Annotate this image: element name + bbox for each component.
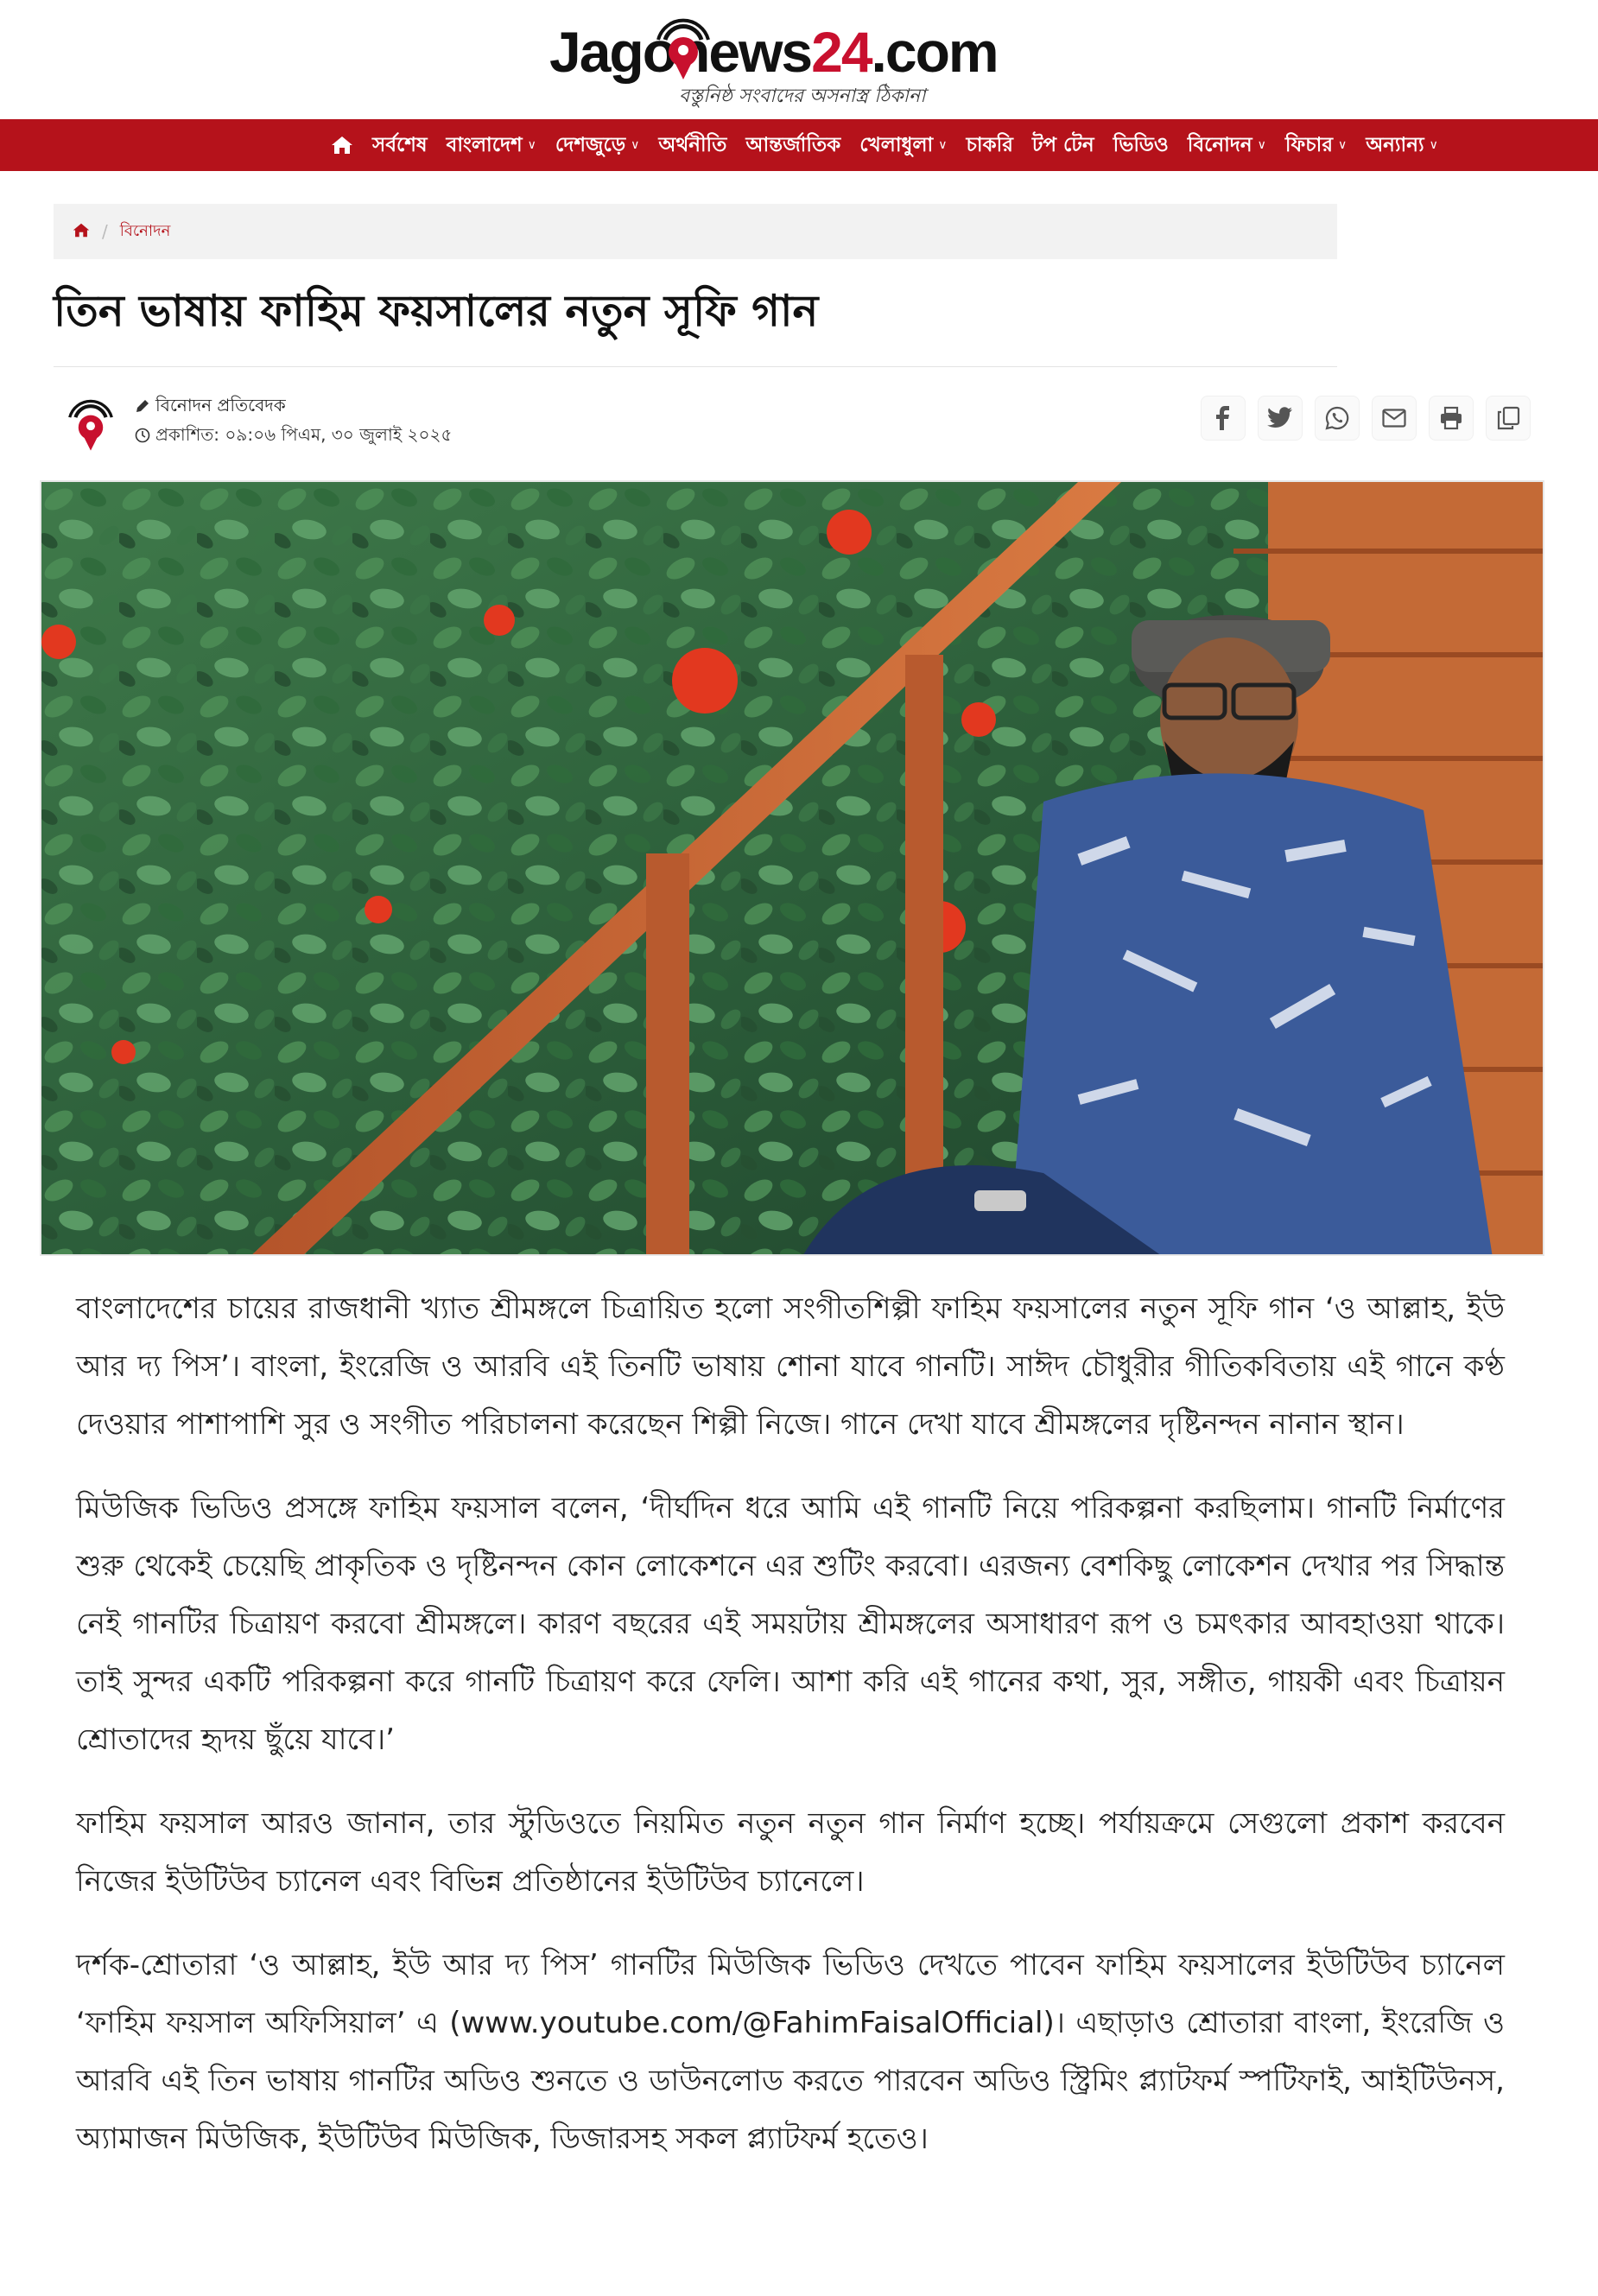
chevron-down-icon: ∨ — [631, 138, 640, 152]
nav-item-label: বিনোদন — [1187, 133, 1252, 156]
nav-item-label: দেশজুড়ে — [555, 133, 626, 156]
nav-item[interactable]: চাকরি — [956, 129, 1022, 162]
nav-item-label: সর্বশেষ — [372, 133, 428, 156]
nav-item[interactable]: বিনোদন ∨ — [1178, 129, 1276, 162]
nav-item[interactable]: দেশজুড়ে ∨ — [546, 129, 650, 162]
breadcrumb-separator: / — [102, 221, 108, 242]
whatsapp-icon[interactable] — [1315, 396, 1360, 441]
nav-list: সর্বশেষ বাংলাদেশ ∨ দেশজুড়ে ∨ অর্থনীতি আন্তর্জ… — [321, 119, 1448, 171]
nav-item[interactable]: ভিডিও — [1104, 129, 1178, 162]
nav-item-label: চাকরি — [966, 133, 1013, 156]
logo-tagline: বস্তুনিষ্ঠ সংবাদের অসনাস্ত্র ঠিকানা — [679, 86, 926, 107]
nav-item[interactable]: টপ টেন — [1023, 129, 1104, 162]
article-paragraph: ফাহিম ফয়সাল আরও জানান, তার স্টুডিওতে নি… — [76, 1806, 1505, 1899]
logo-wordmark: Jagonews24.com — [549, 20, 999, 84]
logo-pin-icon — [655, 14, 712, 88]
nav-item[interactable]: সর্বশেষ — [363, 129, 437, 162]
chevron-down-icon: ∨ — [1429, 138, 1438, 152]
facebook-icon[interactable] — [1201, 396, 1246, 441]
nav-item[interactable]: অন্যান্য ∨ — [1356, 129, 1448, 162]
twitter-icon[interactable] — [1258, 396, 1303, 441]
nav-item-label: অর্থনীতি — [658, 133, 727, 156]
author-byline: বিনোদন প্রতিবেদক — [135, 393, 286, 422]
publish-date: প্রকাশিত: ০৯:০৬ পিএম, ৩০ জুলাই ২০২৫ — [135, 422, 453, 451]
article-title: তিন ভাষায় ফাহিম ফয়সালের নতুন সূফি গান — [54, 286, 819, 336]
nav-item-label: বাংলাদেশ — [446, 133, 523, 156]
breadcrumb-home-icon[interactable] — [73, 223, 90, 241]
print-icon[interactable] — [1429, 396, 1474, 441]
divider — [54, 366, 1337, 367]
breadcrumb-category[interactable]: বিনোদন — [120, 219, 171, 245]
pencil-icon — [135, 397, 150, 418]
clock-icon — [135, 427, 150, 447]
breadcrumb: / বিনোদন — [54, 204, 1337, 259]
article-paragraph: মিউজিক ভিডিও প্রসঙ্গে ফাহিম ফয়সাল বলেন,… — [76, 1491, 1505, 1757]
nav-item[interactable]: বাংলাদেশ ∨ — [437, 129, 546, 162]
article-photo — [40, 480, 1544, 1256]
author-name[interactable]: বিনোদন প্রতিবেদক — [155, 393, 286, 422]
nav-item[interactable]: অর্থনীতি — [649, 129, 736, 162]
article-body: বাংলাদেশের চায়ের রাজধানী খ্যাত শ্রীমঙ্গ… — [76, 1280, 1505, 2194]
nav-item[interactable]: ফিচার ∨ — [1276, 129, 1356, 162]
nav-item[interactable]: আন্তর্জাতিক — [736, 129, 850, 162]
site-logo[interactable]: Jagonews24.com বস্তুনিষ্ঠ সংবাদের অসনাস্… — [549, 12, 999, 116]
main-navigation: সর্বশেষ বাংলাদেশ ∨ দেশজুড়ে ∨ অর্থনীতি আন্তর্জ… — [0, 119, 1598, 171]
home-icon[interactable] — [321, 136, 363, 155]
nav-item-label: খেলাধুলা — [859, 133, 934, 156]
chevron-down-icon: ∨ — [938, 138, 948, 152]
nav-item-label: টপ টেন — [1031, 133, 1094, 156]
article-paragraph: দর্শক-শ্রোতারা ‘ও আল্লাহ, ইউ আর দ্য পিস’… — [76, 1948, 1505, 2156]
copy-icon[interactable] — [1486, 396, 1531, 441]
chevron-down-icon: ∨ — [527, 138, 536, 152]
publish-date-text: প্রকাশিত: ০৯:০৬ পিএম, ৩০ জুলাই ২০২৫ — [155, 424, 453, 445]
share-bar — [1201, 396, 1531, 441]
site-header: Jagonews24.com বস্তুনিষ্ঠ সংবাদের অসনাস্… — [0, 0, 1598, 119]
nav-item-label: ভিডিও — [1113, 133, 1169, 156]
nav-item[interactable]: খেলাধুলা ∨ — [850, 129, 956, 162]
chevron-down-icon: ∨ — [1337, 138, 1348, 152]
article-paragraph: বাংলাদেশের চায়ের রাজধানী খ্যাত শ্রীমঙ্গ… — [76, 1291, 1505, 1442]
nav-item-label: ফিচার — [1284, 133, 1333, 156]
email-icon[interactable] — [1372, 396, 1417, 441]
author-avatar — [64, 396, 117, 458]
chevron-down-icon: ∨ — [1257, 138, 1266, 152]
nav-item-label: অন্যান্য — [1366, 133, 1424, 156]
nav-item-label: আন্তর্জাতিক — [745, 133, 841, 156]
